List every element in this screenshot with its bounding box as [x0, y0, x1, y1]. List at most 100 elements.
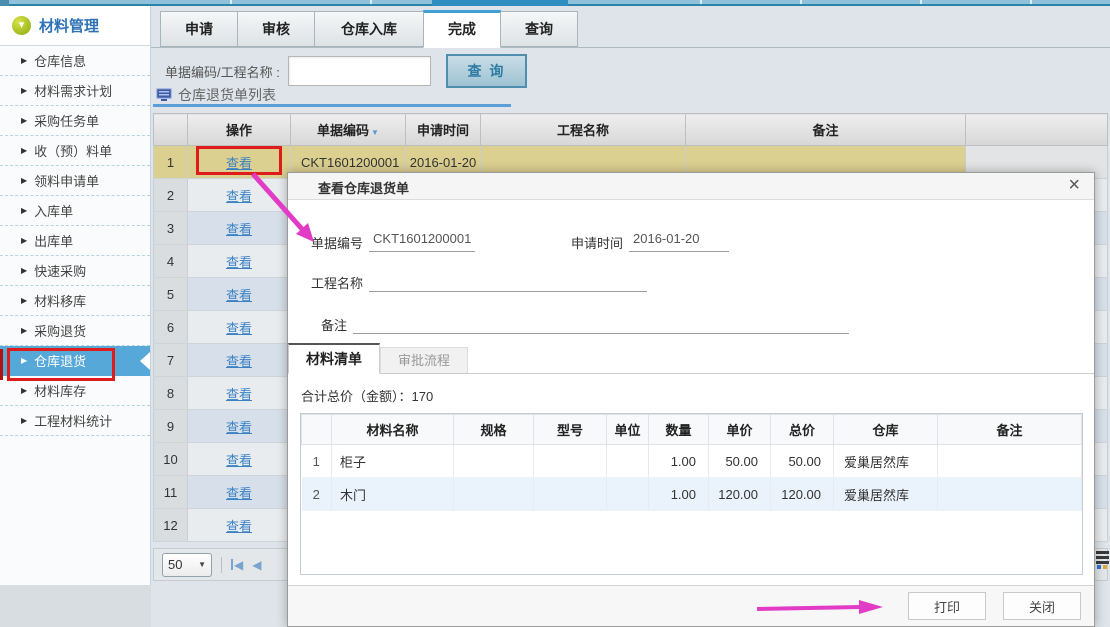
- sidebar-item[interactable]: ▶ 工程材料统计: [0, 406, 150, 436]
- apply-time-value: 2016-01-20: [629, 231, 729, 252]
- sidebar-item[interactable]: ▶ 采购任务单: [0, 106, 150, 136]
- view-link[interactable]: 查看: [226, 321, 252, 336]
- sidebar-item[interactable]: ▶ 快速采购: [0, 256, 150, 286]
- unit-header: 单位: [607, 415, 649, 445]
- action-cell: 查看: [188, 344, 291, 377]
- view-link[interactable]: 查看: [226, 519, 252, 534]
- caret-right-icon: ▶: [21, 416, 27, 425]
- view-link[interactable]: 查看: [226, 288, 252, 303]
- sidebar-item-label: 快速采购: [34, 261, 86, 280]
- sidebar-item[interactable]: ▶ 仓库信息: [0, 46, 150, 76]
- project-name-label: 工程名称: [311, 276, 363, 291]
- workflow-tab[interactable]: 查询: [500, 11, 578, 47]
- caret-right-icon: ▶: [21, 206, 27, 215]
- caret-right-icon: ▶: [21, 296, 27, 305]
- view-link[interactable]: 查看: [226, 222, 252, 237]
- modal-tab[interactable]: 审批流程: [380, 347, 468, 373]
- workflow-tab[interactable]: 完成: [423, 10, 501, 48]
- action-header: 操作: [188, 114, 291, 146]
- view-link[interactable]: 查看: [226, 486, 252, 501]
- spec-cell: [454, 478, 534, 511]
- view-link[interactable]: 查看: [226, 387, 252, 402]
- row-number: 12: [154, 509, 188, 542]
- view-link[interactable]: 查看: [226, 255, 252, 270]
- total-header: 总价: [771, 415, 834, 445]
- sort-down-icon[interactable]: ▼: [371, 128, 379, 137]
- sidebar-item[interactable]: ▶ 入库单: [0, 196, 150, 226]
- view-link[interactable]: 查看: [226, 420, 252, 435]
- modal-tab[interactable]: 材料清单: [288, 343, 380, 374]
- sidebar-item-label: 采购任务单: [34, 111, 99, 130]
- workflow-tab[interactable]: 申请: [160, 11, 238, 47]
- caret-right-icon: ▶: [21, 386, 27, 395]
- top-bar-divider: [800, 0, 802, 4]
- model-cell: [534, 478, 607, 511]
- project-name-value: [369, 286, 647, 292]
- sidebar-item[interactable]: ▶ 领料申请单: [0, 166, 150, 196]
- caret-right-icon: ▶: [21, 86, 27, 95]
- project-name-field: 工程名称: [311, 273, 647, 292]
- order-code-header[interactable]: 单据编码▼: [291, 114, 406, 146]
- order-code-field: 单据编号CKT1601200001: [311, 231, 475, 252]
- module-expand-icon[interactable]: ▾: [12, 16, 31, 35]
- caret-right-icon: ▶: [21, 116, 27, 125]
- search-row: 单据编码/工程名称 : 查 询: [151, 54, 1110, 90]
- workflow-tab[interactable]: 审核: [237, 11, 315, 47]
- row-number-header: [154, 114, 188, 146]
- sidebar-item-label: 工程材料统计: [34, 411, 112, 430]
- order-code-value: CKT1601200001: [369, 231, 475, 252]
- row-number: 10: [154, 443, 188, 476]
- sidebar-item[interactable]: ▶ 材料移库: [0, 286, 150, 316]
- apply-time-field: 申请时间2016-01-20: [571, 231, 729, 252]
- first-page-button[interactable]: ◀: [231, 558, 243, 572]
- sidebar-item-label: 材料移库: [34, 291, 86, 310]
- warehouse-cell: 爱巢居然库: [834, 445, 938, 478]
- view-link[interactable]: 查看: [226, 354, 252, 369]
- icon-bar: [1096, 551, 1109, 554]
- sidebar-item-label: 仓库信息: [34, 51, 86, 70]
- sidebar-header[interactable]: ▾ 材料管理: [0, 6, 150, 46]
- note-value: [353, 328, 849, 334]
- module-title: 材料管理: [39, 15, 99, 36]
- material-name-header: 材料名称: [332, 415, 454, 445]
- search-button[interactable]: 查 询: [446, 54, 527, 88]
- workflow-tab[interactable]: 仓库入库: [314, 11, 424, 47]
- chevron-down-icon: ▾: [19, 19, 25, 31]
- view-link[interactable]: 查看: [226, 189, 252, 204]
- page-size-select[interactable]: 50 ▼: [162, 553, 212, 577]
- caret-right-icon: ▶: [21, 176, 27, 185]
- icon-bar: [1096, 556, 1109, 559]
- sidebar-item[interactable]: ▶ 收（预）料单: [0, 136, 150, 166]
- first-page-bar-icon: [231, 559, 233, 570]
- annotation-red-box-sidebar: [7, 348, 115, 381]
- top-bar-divider: [700, 0, 702, 4]
- sidebar-item-label: 材料需求计划: [34, 81, 112, 100]
- prev-page-button[interactable]: ◀: [252, 558, 261, 572]
- sidebar-item-label: 收（预）料单: [34, 141, 112, 160]
- close-button[interactable]: 关闭: [1003, 592, 1081, 620]
- monitor-icon: [156, 88, 172, 102]
- row-number: 2: [154, 179, 188, 212]
- total-price-line: 合计总价（金额）：170: [301, 386, 433, 405]
- annotation-red-box-view-link: [196, 146, 282, 175]
- material-table-header: 材料名称 规格 型号 单位 数量 单价 总价 仓库 备注: [302, 415, 1082, 445]
- app-window: ▾ 材料管理 ▶ 仓库信息 ▶ 材料需求计划 ▶ 采购任务单 ▶ 收（预）料单 …: [0, 0, 1110, 627]
- sidebar-item-label: 领料申请单: [34, 171, 99, 190]
- print-button[interactable]: 打印: [908, 592, 986, 620]
- row-number: 7: [154, 344, 188, 377]
- icon-dot: [1097, 565, 1101, 569]
- apply-date-header: 申请时间: [406, 114, 481, 146]
- spec-cell: [454, 445, 534, 478]
- close-icon[interactable]: ×: [1068, 174, 1080, 197]
- action-cell: 查看: [188, 443, 291, 476]
- sidebar-item[interactable]: ▶ 采购退货: [0, 316, 150, 346]
- pagination-divider: [221, 557, 222, 573]
- search-input[interactable]: [288, 56, 431, 86]
- material-name-cell: 木门: [332, 478, 454, 511]
- sidebar-item-label: 出库单: [34, 231, 73, 250]
- sidebar-item[interactable]: ▶ 出库单: [0, 226, 150, 256]
- spec-header: 规格: [454, 415, 534, 445]
- view-link[interactable]: 查看: [226, 453, 252, 468]
- row-number: 8: [154, 377, 188, 410]
- sidebar-item[interactable]: ▶ 材料需求计划: [0, 76, 150, 106]
